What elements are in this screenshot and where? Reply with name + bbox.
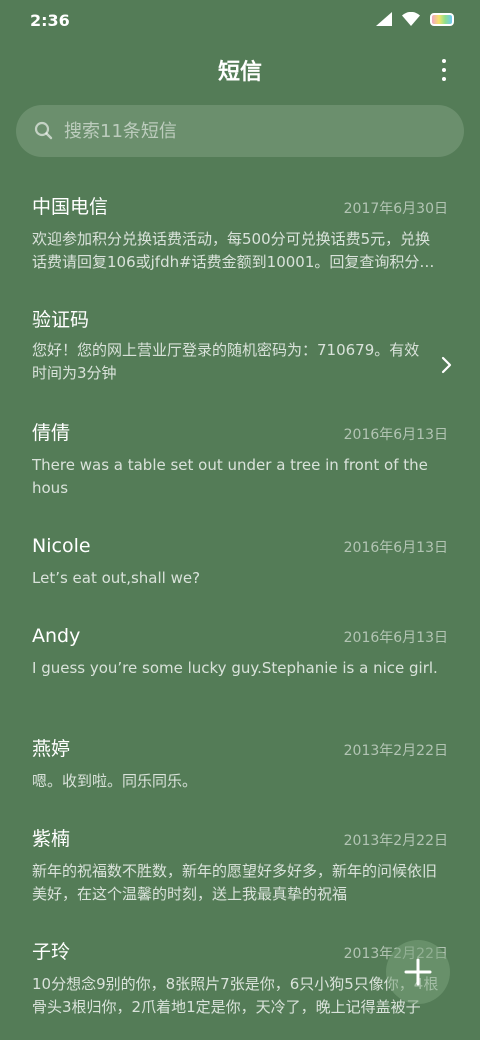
messages-screen: 2:36 短信 中国电信 2 [0, 0, 480, 1040]
message-item[interactable]: 燕婷 2013年2月22日 嗯。收到啦。同乐同乐。 [0, 722, 480, 812]
plus-icon [404, 958, 432, 986]
search-icon [34, 121, 53, 140]
message-date: 2017年6月30日 [343, 201, 448, 217]
message-item[interactable]: 中国电信 2017年6月30日 欢迎参加积分兑换话费活动，每500分可兑换话费5… [0, 180, 480, 293]
cellular-signal-icon [376, 12, 392, 26]
message-preview: 嗯。收到啦。同乐同乐。 [32, 772, 198, 790]
message-preview: 欢迎参加积分兑换话费活动，每500分可兑换话费5元，兑换话费请回复106或jfd… [32, 230, 435, 271]
message-sender: 倩倩 [32, 422, 71, 444]
wifi-icon [402, 12, 420, 26]
message-list: 中国电信 2017年6月30日 欢迎参加积分兑换话费活动，每500分可兑换话费5… [0, 180, 480, 1038]
message-date: 2016年6月13日 [343, 630, 448, 646]
status-bar: 2:36 [0, 0, 480, 40]
message-sender: Nicole [32, 535, 91, 557]
message-sender: 子玲 [32, 941, 71, 963]
message-date: 2016年6月13日 [343, 427, 448, 443]
message-preview: 10分想念9别的你，8张照片7张是你，6只小狗5只像你，4根骨头3根归你，2爪着… [32, 975, 439, 1016]
message-sender: Andy [32, 625, 81, 647]
message-sender: 中国电信 [32, 196, 109, 218]
message-sender: 燕婷 [32, 738, 71, 760]
app-header: 短信 [0, 50, 480, 90]
message-preview: Let’s eat out,shall we? [32, 569, 201, 587]
battery-icon [430, 12, 454, 26]
message-sender: 验证码 [32, 309, 90, 331]
message-date: 2016年6月13日 [343, 540, 448, 556]
message-preview: 您好！您的网上营业厅登录的随机密码为：710679。有效时间为3分钟 [32, 341, 420, 382]
message-preview: I guess you’re some lucky guy.Stephanie … [32, 659, 438, 677]
message-date: 2013年2月22日 [343, 743, 448, 759]
message-item[interactable]: 紫楠 2013年2月22日 新年的祝福数不胜数，新年的愿望好多好多，新年的问候依… [0, 812, 480, 925]
message-preview: 新年的祝福数不胜数，新年的愿望好多好多，新年的问候依旧美好，在这个温馨的时刻，送… [32, 862, 438, 903]
search-bar[interactable] [16, 105, 464, 157]
message-sender: 紫楠 [32, 828, 71, 850]
status-time: 2:36 [30, 11, 70, 30]
status-icons [376, 12, 454, 26]
chevron-right-icon [441, 356, 452, 374]
message-date: 2013年2月22日 [343, 833, 448, 849]
new-message-button[interactable] [386, 940, 450, 1004]
search-input[interactable] [64, 120, 424, 142]
message-preview: There was a table set out under a tree i… [32, 456, 428, 497]
message-item[interactable]: Nicole 2016年6月13日 Let’s eat out,shall we… [0, 519, 480, 609]
message-item[interactable]: 倩倩 2016年6月13日 There was a table set out … [0, 406, 480, 519]
message-item[interactable]: Andy 2016年6月13日 I guess you’re some luck… [0, 609, 480, 722]
page-title: 短信 [217, 60, 262, 85]
more-options-button[interactable] [434, 56, 454, 84]
more-vertical-icon [442, 59, 446, 63]
message-item[interactable]: 验证码 您好！您的网上营业厅登录的随机密码为：710679。有效时间为3分钟 [0, 293, 480, 406]
